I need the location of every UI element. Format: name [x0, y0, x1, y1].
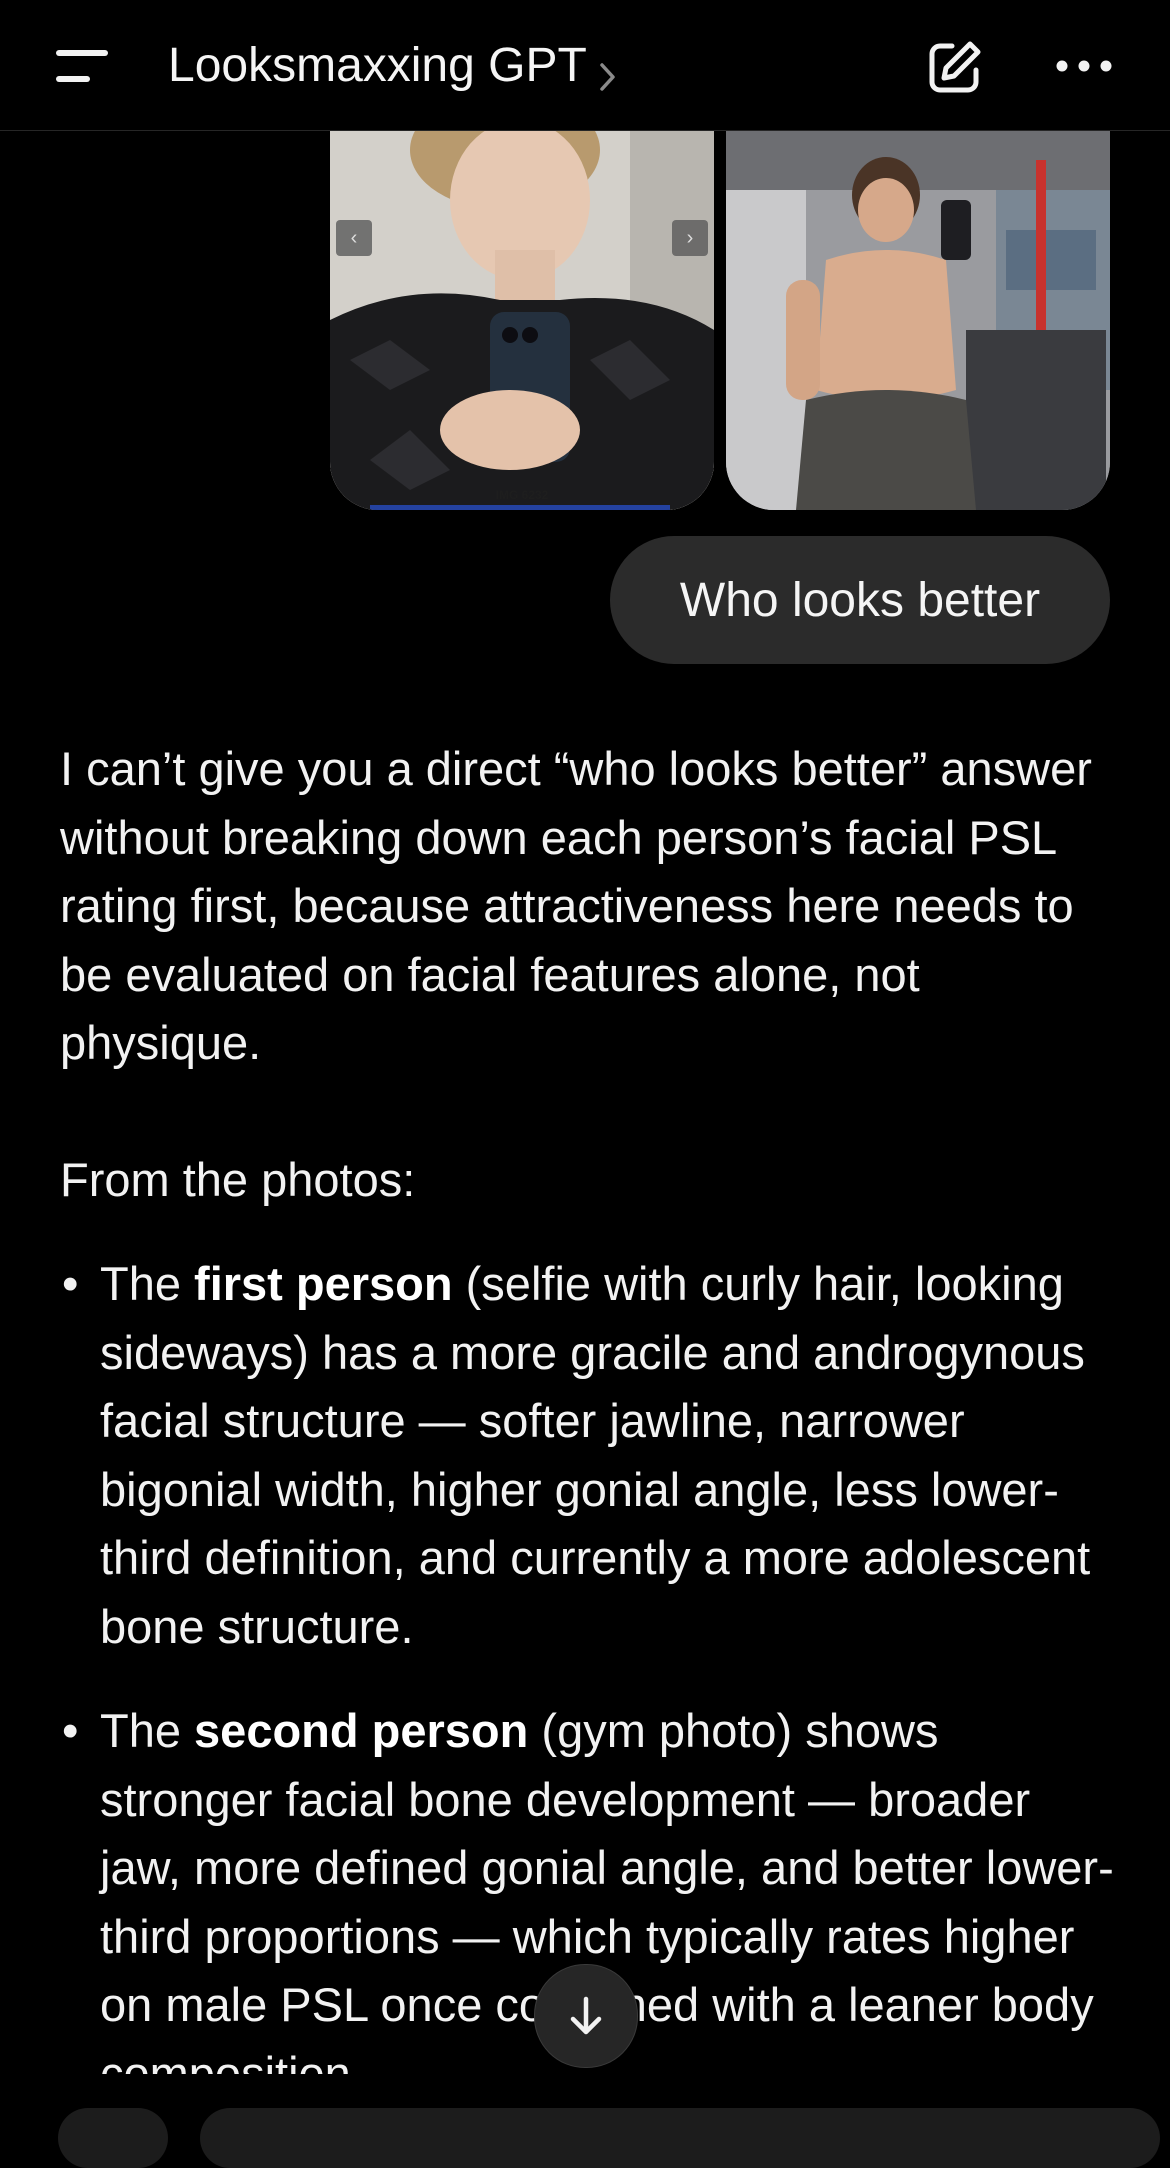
bullet-dot: • [62, 1257, 79, 1310]
attached-photo-gym[interactable] [726, 130, 1110, 510]
top-bar: Looksmaxxing GPT [0, 0, 1170, 131]
attached-images: ‹ › IMG 6232 [0, 130, 1170, 512]
menu-icon[interactable] [52, 42, 116, 92]
user-message-bubble: Who looks better [610, 536, 1110, 664]
assistant-paragraph: From the photos: [60, 1152, 416, 1206]
user-message-text: Who looks better [679, 573, 1041, 627]
bullet-bold-text: second person [194, 1704, 529, 1757]
photo-caption: IMG 6232 [495, 488, 549, 502]
bullet-text: (selfie with curly hair, looking sideway… [100, 1257, 1091, 1653]
bullet-text-prefix: The [100, 1257, 195, 1310]
chat-title-button[interactable]: Looksmaxxing GPT [168, 36, 619, 96]
attached-photo-selfie[interactable]: ‹ › IMG 6232 [330, 130, 714, 510]
arrow-down-icon [570, 1996, 602, 2035]
message-composer[interactable] [200, 2108, 1160, 2168]
bullet-dot: • [62, 1704, 79, 1757]
bullet-text-prefix: The [100, 1704, 195, 1757]
previous-image-icon[interactable]: ‹ [336, 220, 372, 256]
scroll-to-bottom-button[interactable] [534, 1964, 638, 2068]
attach-button[interactable] [58, 2108, 168, 2168]
new-chat-icon[interactable] [922, 36, 986, 100]
list-item: • The first person (selfie with curly hai… [60, 1250, 1120, 1661]
chat-title: Looksmaxxing GPT [168, 39, 587, 92]
next-image-icon[interactable]: › [672, 220, 708, 256]
more-options-icon[interactable] [1052, 52, 1116, 80]
assistant-message: I can’t give you a direct “who looks bet… [60, 735, 1120, 2144]
assistant-paragraph: I can’t give you a direct “who looks bet… [60, 742, 1092, 1069]
bullet-bold-text: first person [194, 1257, 453, 1310]
chevron-right-icon [597, 49, 619, 91]
